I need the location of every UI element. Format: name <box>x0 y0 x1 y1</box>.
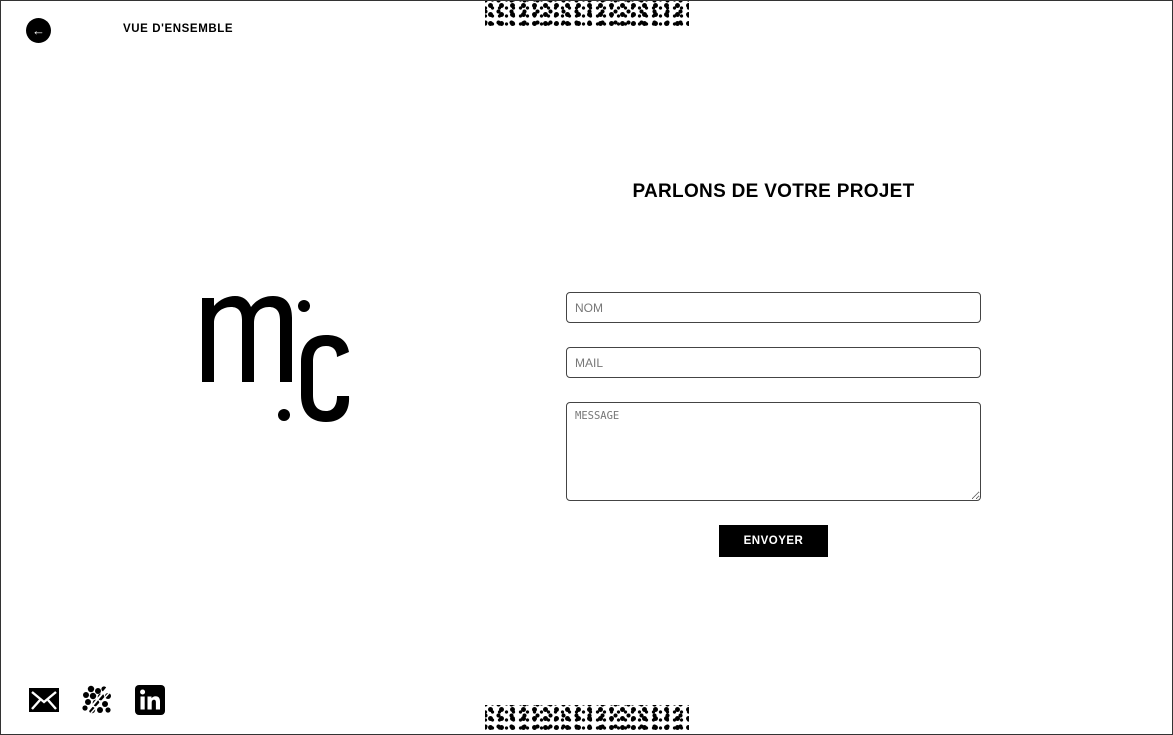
dotted-pattern-bottom <box>485 705 689 733</box>
arrow-left-icon: ← <box>32 23 45 38</box>
dotted-pattern-top <box>485 1 689 28</box>
dotted-brand-icon[interactable] <box>81 684 113 716</box>
submit-button[interactable]: ENVOYER <box>719 525 828 557</box>
overview-link[interactable]: VUE D'ENSEMBLE <box>123 23 233 35</box>
mail-icon[interactable] <box>28 684 60 716</box>
mc-logo <box>202 296 350 422</box>
email-field[interactable] <box>566 347 981 378</box>
name-field[interactable] <box>566 292 981 323</box>
message-field[interactable] <box>566 402 981 501</box>
linkedin-icon[interactable] <box>134 684 166 716</box>
page-title: PARLONS DE VOTRE PROJET <box>632 181 915 202</box>
back-button[interactable]: ← <box>26 18 51 43</box>
